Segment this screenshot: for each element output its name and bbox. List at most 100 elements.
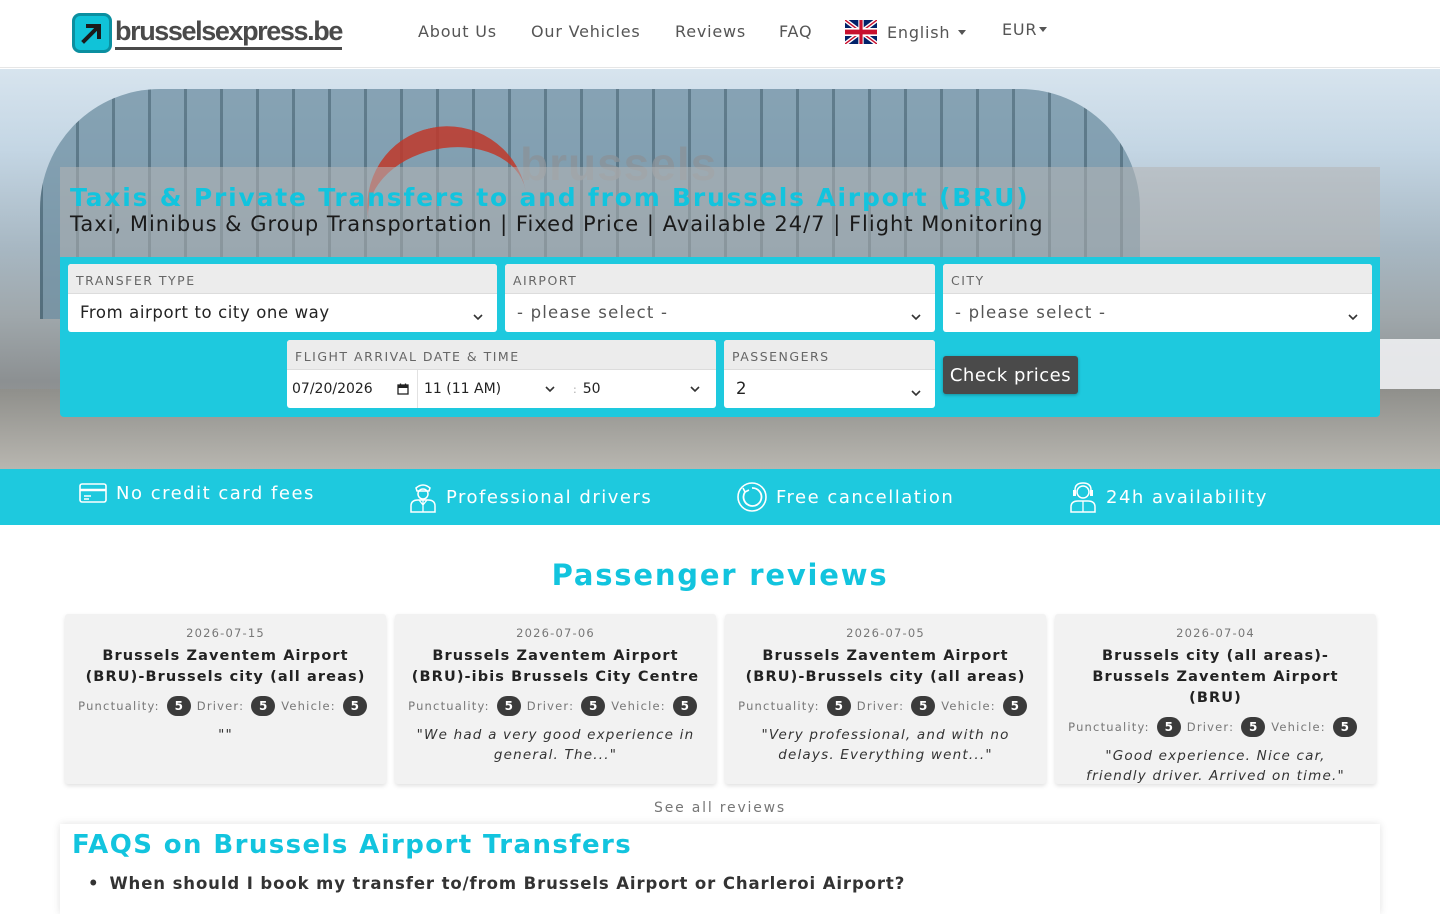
transfer-type-label: TRANSFER TYPE [68,264,497,294]
feature-free-cancellation: Free cancellation [736,481,954,513]
nav-about-us[interactable]: About Us [418,22,497,41]
review-text: "Good experience. Nice car, friendly dri… [1086,748,1345,784]
passengers-value[interactable]: 2 [724,370,935,408]
punctuality-badge: 5 [166,696,191,716]
language-label: English [887,22,951,42]
brand-name: brusselsexpress.be [115,16,343,50]
nav-our-vehicles[interactable]: Our Vehicles [531,22,641,41]
transfer-type-select[interactable]: TRANSFER TYPE From airport to city one w… [68,264,497,332]
vehicle-badge: 5 [1332,717,1357,737]
review-route: Brussels Zaventem Airport (BRU)-Brussels… [745,648,1026,685]
driver-badge: 5 [911,696,936,716]
review-card[interactable]: 2026-07-06 Brussels Zaventem Airport (BR… [395,614,716,784]
flight-arrival-label: FLIGHT ARRIVAL DATE & TIME [287,340,716,370]
vehicle-badge: 5 [342,696,367,716]
review-scores: Punctuality: 5 Driver: 5 Vehicle: 5 [725,696,1046,716]
driver-label: Driver: [1186,720,1235,734]
chevron-down-icon [1039,27,1048,32]
feature-label: Professional drivers [446,486,653,508]
flight-minute-select[interactable]: : 50 [567,370,712,408]
city-value[interactable]: - please select - [943,294,1372,332]
airport-value[interactable]: - please select - [505,294,935,332]
vehicle-badge: 5 [672,696,697,716]
currency-label: EUR [1002,20,1038,39]
punctuality-badge: 5 [826,696,851,716]
feature-label: 24h availability [1106,486,1268,508]
review-card[interactable]: 2026-07-04 Brussels city (all areas)-Bru… [1055,614,1376,784]
punctuality-badge: 5 [496,696,521,716]
city-label: CITY [943,264,1372,294]
review-text: "We had a very good experience in genera… [416,727,695,763]
driver-icon [410,484,436,513]
feature-professional-drivers: Professional drivers [408,481,652,513]
hero-title: Taxis & Private Transfers to and from Br… [70,183,1030,212]
passengers-select[interactable]: PASSENGERS 2 [724,340,935,408]
review-route: Brussels Zaventem Airport (BRU)-ibis Bru… [411,648,700,685]
hero-section: brussels Taxis & Private Transfers to an… [0,69,1440,469]
review-date: 2026-07-05 [846,626,925,640]
city-select[interactable]: CITY - please select - [943,264,1372,332]
chevron-down-icon [1348,314,1358,321]
currency-dropdown[interactable]: EUR [1002,20,1048,39]
flight-arrival-field: FLIGHT ARRIVAL DATE & TIME 07/20/2026 11… [287,340,716,408]
review-card[interactable]: 2026-07-15 Brussels Zaventem Airport (BR… [65,614,386,784]
flight-minute-value: 50 [582,381,601,397]
review-date: 2026-07-04 [1176,626,1255,640]
check-prices-button[interactable]: Check prices [943,356,1078,394]
punctuality-label: Punctuality: [78,699,160,713]
driver-label: Driver: [526,699,575,713]
cancel-circle-icon [737,482,767,512]
vehicle-badge: 5 [1002,696,1027,716]
time-separator: : [573,382,577,396]
transfer-type-value[interactable]: From airport to city one way [68,294,497,332]
passengers-label: PASSENGERS [724,340,935,370]
features-bar: No credit card fees Professional drivers… [0,469,1440,525]
punctuality-badge: 5 [1156,717,1181,737]
brand-logo[interactable]: brusselsexpress.be [72,12,343,54]
chevron-down-icon [473,314,483,321]
top-navbar: brusselsexpress.be About Us Our Vehicles… [0,0,1440,68]
nav-faq[interactable]: FAQ [779,22,812,41]
see-all-reviews-link[interactable]: See all reviews [0,800,1440,816]
chevron-down-icon [690,386,700,393]
airport-select[interactable]: AIRPORT - please select - [505,264,935,332]
chevron-down-icon [958,29,967,35]
feature-no-card-fees: No credit card fees [78,481,315,505]
feature-label: Free cancellation [776,486,955,508]
nav-reviews[interactable]: Reviews [675,22,746,41]
punctuality-label: Punctuality: [408,699,490,713]
feature-label: No credit card fees [116,482,315,504]
booking-form: TRANSFER TYPE From airport to city one w… [60,257,1380,417]
driver-badge: 5 [581,696,606,716]
vehicle-label: Vehicle: [1271,720,1326,734]
driver-badge: 5 [251,696,276,716]
faq-section: FAQS on Brussels Airport Transfers When … [60,824,1380,914]
vehicle-label: Vehicle: [281,699,336,713]
logo-arrow-icon [72,13,112,53]
driver-label: Driver: [856,699,905,713]
review-text: "" [218,727,233,743]
review-date: 2026-07-06 [516,626,595,640]
calendar-icon[interactable] [397,383,409,395]
review-card[interactable]: 2026-07-05 Brussels Zaventem Airport (BR… [725,614,1046,784]
booking-header: Taxis & Private Transfers to and from Br… [60,167,1380,257]
flight-hour-value: 11 (11 AM) [424,381,502,397]
flight-hour-select[interactable]: 11 (11 AM) [417,370,567,408]
support-agent-icon [1070,482,1096,513]
review-date: 2026-07-15 [186,626,265,640]
review-route: Brussels city (all areas)-Brussels Zaven… [1092,648,1339,706]
language-dropdown[interactable]: English [845,20,967,44]
reviews-heading: Passenger reviews [551,558,889,592]
punctuality-label: Punctuality: [738,699,820,713]
review-route: Brussels Zaventem Airport (BRU)-Brussels… [85,648,366,685]
vehicle-label: Vehicle: [941,699,996,713]
flight-date-input[interactable]: 07/20/2026 [287,370,417,408]
faq-heading: FAQS on Brussels Airport Transfers [72,830,633,860]
credit-card-icon [79,483,107,503]
chevron-down-icon [911,314,921,321]
chevron-down-icon [911,390,921,397]
faq-question[interactable]: When should I book my transfer to/from B… [88,874,905,893]
flight-date-value: 07/20/2026 [292,381,373,397]
review-scores: Punctuality: 5 Driver: 5 Vehicle: 5 [65,696,386,716]
uk-flag-icon [845,20,877,44]
